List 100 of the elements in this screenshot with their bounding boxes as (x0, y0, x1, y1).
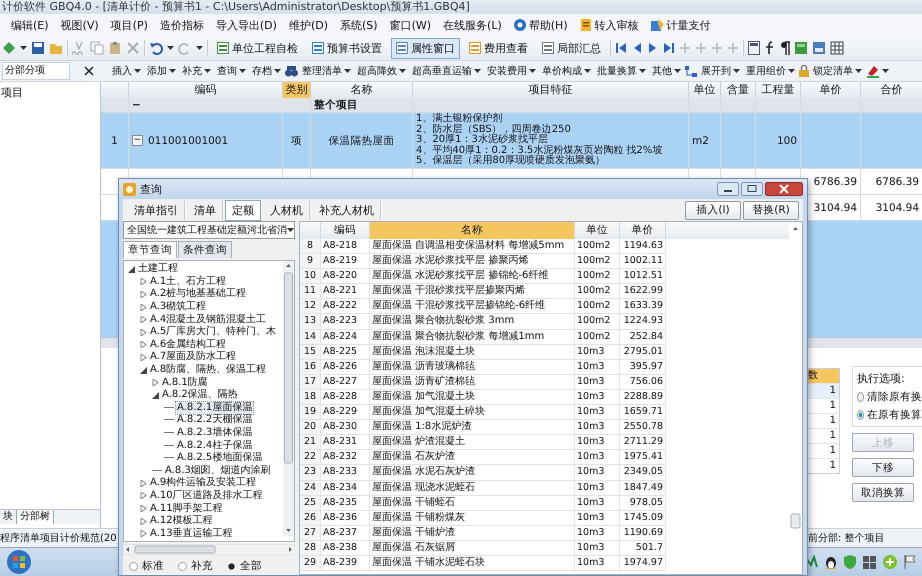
search-tab[interactable]: 条件查询 (178, 241, 232, 258)
collapsed-icon[interactable] (140, 505, 147, 512)
toolbar-button[interactable]: 费用查看 (464, 38, 533, 58)
menu-item[interactable]: 帮助(H) (508, 16, 573, 34)
tree-scrollbar[interactable] (283, 261, 294, 536)
first-icon[interactable] (615, 42, 627, 54)
tree-item[interactable]: A.8.2保温、隔热 (161, 389, 239, 402)
tree-item[interactable]: A.8.2.4柱子保温 (176, 440, 254, 452)
tree-item[interactable]: A.8防腐、隔热、保温工程 (149, 364, 268, 376)
expanded-icon[interactable] (128, 266, 135, 273)
paragraph-icon[interactable] (780, 41, 790, 55)
collapsed-icon[interactable] (140, 341, 147, 348)
delete-icon[interactable] (126, 41, 140, 55)
close-button[interactable] (765, 182, 803, 196)
filter-radio[interactable]: 补充 (178, 559, 213, 573)
search-tab[interactable]: 章节查询 (123, 241, 177, 258)
grid-icon[interactable] (830, 41, 844, 55)
paint-icon[interactable] (866, 64, 880, 78)
penguin-icon[interactable] (825, 555, 837, 569)
minimize-button[interactable] (717, 182, 739, 196)
menu-item[interactable]: 导入导出(D) (210, 16, 282, 34)
toolbar-menu[interactable]: 批量换算 (595, 63, 648, 79)
paste-icon[interactable] (108, 41, 122, 55)
toggle-button[interactable]: − (132, 135, 143, 146)
tree-item[interactable]: A.4混凝土及钢筋混凝土工 (149, 314, 268, 326)
collapsed-icon[interactable] (140, 480, 147, 487)
tree-item[interactable]: A.3砌筑工程 (149, 301, 208, 314)
menu-item[interactable]: 在线服务(L) (438, 16, 507, 34)
factor-cell[interactable]: 1 (808, 383, 839, 398)
tree-item[interactable]: A.1土、石方工程 (149, 276, 228, 288)
toolbar-menu[interactable]: 添加 (145, 63, 178, 79)
copy-icon[interactable] (90, 41, 104, 55)
toolbar-menu[interactable]: 补充 (180, 63, 213, 79)
menu-item[interactable]: 造价指标 (154, 16, 209, 34)
tree-item[interactable]: A.11脚手架工程 (149, 502, 224, 515)
tree-item[interactable]: A.5厂库房大门、特种门、木 (149, 326, 278, 338)
collapsed-icon[interactable] (140, 354, 147, 361)
expanded-icon[interactable] (152, 392, 159, 399)
last-icon[interactable] (663, 42, 675, 54)
tree-item[interactable]: A.6金属结构工程 (149, 338, 228, 351)
calculator-icon[interactable] (748, 41, 760, 55)
dialog-tab[interactable]: 定额 (225, 200, 261, 220)
toolbar-button[interactable]: 属性窗口 (391, 38, 460, 58)
collapsed-icon[interactable] (140, 328, 147, 336)
filter-radio[interactable]: 全部 (227, 559, 262, 573)
new-icon[interactable] (2, 41, 16, 55)
report-icon[interactable] (812, 41, 826, 55)
collapsed-icon[interactable] (140, 290, 147, 298)
option-radio[interactable]: 清除原有换 (857, 390, 922, 404)
flag-icon[interactable] (904, 555, 916, 569)
toolbar-button[interactable]: 单位工程自检 (212, 38, 303, 58)
tree-item[interactable]: A.8.2.3墙体保温 (176, 427, 254, 440)
tree-item[interactable]: A.10厂区道路及排水工程 (149, 490, 264, 502)
start-button[interactable] (6, 549, 32, 575)
option-radio[interactable]: 在原有换算 (857, 408, 922, 422)
toolbar-menu[interactable]: 重用组价 (744, 63, 797, 79)
tree-item[interactable]: A.13垂直运输工程 (149, 528, 234, 540)
collapsed-icon[interactable] (140, 518, 147, 525)
toolbar-menu[interactable]: 安装费用 (485, 63, 538, 79)
toolbar-menu[interactable]: 整理清单 (300, 63, 353, 79)
menu-item[interactable]: 视图(V) (56, 16, 104, 34)
collapsed-icon[interactable] (140, 278, 147, 286)
horizontal-scrollbar[interactable] (123, 544, 295, 555)
dialog-button[interactable]: 替换(R) (743, 200, 799, 220)
tree-item[interactable]: A.8.2.5楼地面保温 (176, 452, 264, 464)
close-icon[interactable] (84, 66, 94, 76)
menu-item[interactable]: 转入审核 (574, 16, 644, 34)
tree-item[interactable]: A.12模板工程 (149, 515, 214, 528)
tree-item[interactable]: A.8.3烟囱、烟道内涂刷 (164, 464, 272, 477)
collapsed-icon[interactable] (152, 379, 159, 386)
menu-item[interactable]: 计量支付 (646, 16, 716, 34)
toolbar-button[interactable]: 预算书设置 (307, 38, 387, 58)
windows-icon[interactable] (863, 556, 876, 568)
tree-item[interactable]: A.8.1防腐 (161, 376, 209, 389)
collapsed-icon[interactable] (140, 304, 147, 311)
tree-item[interactable]: A.8.2.1屋面保温 (176, 402, 254, 414)
filter-radio[interactable]: 标准 (129, 559, 164, 573)
tree-item[interactable]: A.7屋面及防水工程 (149, 351, 238, 364)
shield-icon[interactable] (844, 555, 856, 569)
column-header[interactable]: 单位 (575, 222, 620, 239)
toolbar-menu[interactable]: 展开到 (699, 63, 742, 79)
menu-item[interactable]: 维护(D) (284, 16, 333, 34)
toolbar-menu[interactable]: 单价构成 (540, 63, 593, 79)
tree-item[interactable]: A.2桩与地基基础工程 (149, 288, 248, 300)
plus-icon[interactable] (883, 555, 897, 569)
menu-item[interactable]: 窗口(W) (384, 16, 436, 34)
column-header[interactable]: 单价 (620, 222, 666, 239)
tree-item[interactable]: A.9构件运输及安装工程 (149, 477, 258, 490)
action-button[interactable]: 取消换算 (852, 483, 914, 502)
save-icon[interactable] (31, 41, 45, 55)
action-button[interactable]: 下移 (852, 458, 914, 477)
function-icon[interactable] (764, 41, 776, 55)
dialog-button[interactable]: 插入(I) (685, 200, 741, 220)
menu-item[interactable]: 项目(P) (106, 16, 153, 34)
column-header[interactable]: 类别 (283, 82, 311, 98)
undo-icon[interactable] (149, 41, 163, 55)
expanded-icon[interactable] (140, 366, 147, 374)
tree-item[interactable]: A.8.2.2天棚保温 (176, 414, 254, 426)
toolbar-menu[interactable]: 查询 (215, 63, 248, 79)
menu-item[interactable]: 编辑(E) (6, 16, 54, 34)
